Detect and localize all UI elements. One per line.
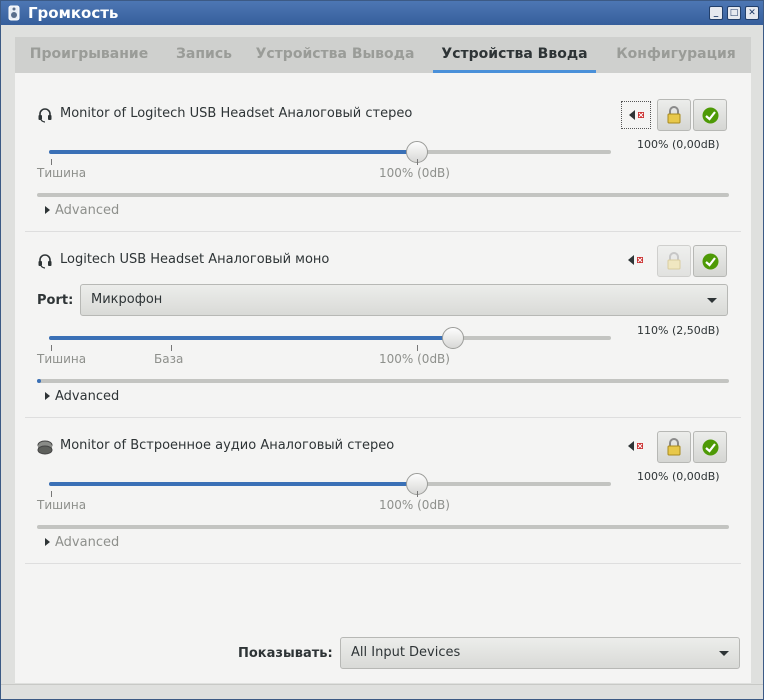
volume-slider-fill bbox=[49, 482, 417, 486]
volume-value: 110% (2,50dB) bbox=[637, 324, 720, 337]
dropdown-arrow-icon bbox=[707, 298, 717, 303]
tab-input-devices[interactable]: Устройства Ввода bbox=[433, 37, 596, 73]
tick-label-norm: 100% (0dB) bbox=[379, 166, 450, 180]
lock-channels-button[interactable] bbox=[657, 431, 691, 463]
speaker-muted-icon bbox=[629, 110, 644, 120]
maximize-button[interactable]: □ bbox=[727, 6, 741, 20]
device-row: Monitor of Logitech USB Headset Аналогов… bbox=[15, 73, 751, 232]
tick-base bbox=[171, 345, 172, 351]
volume-slider[interactable] bbox=[49, 482, 611, 486]
device-row: Monitor of Встроенное аудио Аналоговый с… bbox=[15, 417, 751, 564]
tick-label-silence: Тишина bbox=[37, 498, 87, 512]
advanced-label: Advanced bbox=[55, 389, 120, 404]
speaker-muted-icon bbox=[628, 255, 643, 265]
dropdown-arrow-icon bbox=[719, 651, 729, 656]
lock-channels-button[interactable] bbox=[657, 245, 691, 277]
lock-icon bbox=[667, 106, 681, 124]
lock-icon bbox=[667, 252, 681, 270]
check-icon bbox=[702, 253, 719, 270]
advanced-expander[interactable]: Advanced bbox=[45, 389, 119, 404]
volume-slider-fill bbox=[49, 150, 417, 154]
tick-norm bbox=[417, 345, 418, 351]
headset-icon bbox=[38, 254, 52, 269]
expander-arrow-icon bbox=[45, 538, 50, 546]
device-name: Logitech USB Headset Аналоговый моно bbox=[60, 252, 330, 267]
speaker-muted-icon bbox=[628, 441, 643, 451]
input-devices-panel: Monitor of Logitech USB Headset Аналогов… bbox=[15, 73, 751, 683]
level-meter bbox=[37, 525, 729, 529]
advanced-label: Advanced bbox=[55, 535, 120, 550]
check-icon bbox=[702, 107, 719, 124]
volume-control-window: Громкость _ □ ✕ Проигрывание Запись Устр… bbox=[0, 0, 764, 700]
device-separator bbox=[25, 563, 741, 564]
level-meter-fill bbox=[37, 379, 41, 383]
tick-silence bbox=[51, 345, 52, 351]
tick-silence bbox=[51, 159, 52, 165]
volume-value: 100% (0,00dB) bbox=[637, 138, 720, 151]
check-icon bbox=[702, 439, 719, 456]
device-name: Monitor of Logitech USB Headset Аналогов… bbox=[60, 106, 413, 121]
volume-value: 100% (0,00dB) bbox=[637, 470, 720, 483]
tab-bar: Проигрывание Запись Устройства Вывода Ус… bbox=[15, 37, 751, 73]
advanced-expander[interactable]: Advanced bbox=[45, 535, 119, 550]
lock-channels-button[interactable] bbox=[657, 99, 691, 131]
window-bottom-edge bbox=[1, 684, 763, 699]
window-title: Громкость bbox=[28, 4, 119, 22]
lock-icon bbox=[667, 438, 681, 456]
level-meter bbox=[37, 379, 729, 383]
tick-label-base: База bbox=[154, 352, 184, 366]
show-filter-value: All Input Devices bbox=[351, 645, 461, 660]
show-filter-select[interactable]: All Input Devices bbox=[340, 637, 740, 669]
close-button[interactable]: ✕ bbox=[745, 6, 759, 20]
expander-arrow-icon bbox=[45, 206, 50, 214]
expander-arrow-icon bbox=[45, 392, 50, 400]
volume-slider[interactable] bbox=[49, 336, 611, 340]
device-row: Logitech USB Headset Аналоговый моно Por… bbox=[15, 231, 751, 418]
volume-slider-knob[interactable] bbox=[442, 327, 464, 349]
set-default-button[interactable] bbox=[693, 431, 727, 463]
advanced-expander[interactable]: Advanced bbox=[45, 203, 119, 218]
title-bar[interactable]: Громкость _ □ ✕ bbox=[1, 1, 763, 25]
level-meter bbox=[37, 193, 729, 197]
tick-label-silence: Тишина bbox=[37, 166, 87, 180]
port-select[interactable]: Микрофон bbox=[80, 284, 728, 316]
volume-slider[interactable] bbox=[49, 150, 611, 154]
volume-slider-fill bbox=[49, 336, 453, 340]
tab-output-devices[interactable]: Устройства Вывода bbox=[255, 37, 415, 73]
tick-norm bbox=[417, 159, 418, 165]
set-default-button[interactable] bbox=[693, 99, 727, 131]
tick-norm bbox=[417, 491, 418, 497]
show-filter-label: Показывать: bbox=[238, 646, 333, 661]
tick-silence bbox=[51, 491, 52, 497]
sound-card-icon bbox=[37, 440, 53, 455]
headset-icon bbox=[38, 108, 52, 123]
mute-toggle-button[interactable] bbox=[621, 433, 651, 461]
mute-toggle-button[interactable] bbox=[621, 101, 651, 129]
port-select-value: Микрофон bbox=[91, 292, 163, 307]
tick-label-norm: 100% (0dB) bbox=[379, 352, 450, 366]
port-label: Port: bbox=[37, 293, 74, 308]
tab-configuration[interactable]: Конфигурация bbox=[611, 37, 741, 73]
tick-label-norm: 100% (0dB) bbox=[379, 498, 450, 512]
audio-app-icon bbox=[8, 5, 20, 21]
advanced-label: Advanced bbox=[55, 203, 120, 218]
device-name: Monitor of Встроенное аудио Аналоговый с… bbox=[60, 438, 395, 453]
mute-toggle-button[interactable] bbox=[621, 247, 651, 275]
tab-playback[interactable]: Проигрывание bbox=[25, 37, 153, 73]
tick-label-silence: Тишина bbox=[37, 352, 87, 366]
tab-recording[interactable]: Запись bbox=[163, 37, 245, 73]
set-default-button[interactable] bbox=[693, 245, 727, 277]
minimize-button[interactable]: _ bbox=[709, 6, 723, 20]
